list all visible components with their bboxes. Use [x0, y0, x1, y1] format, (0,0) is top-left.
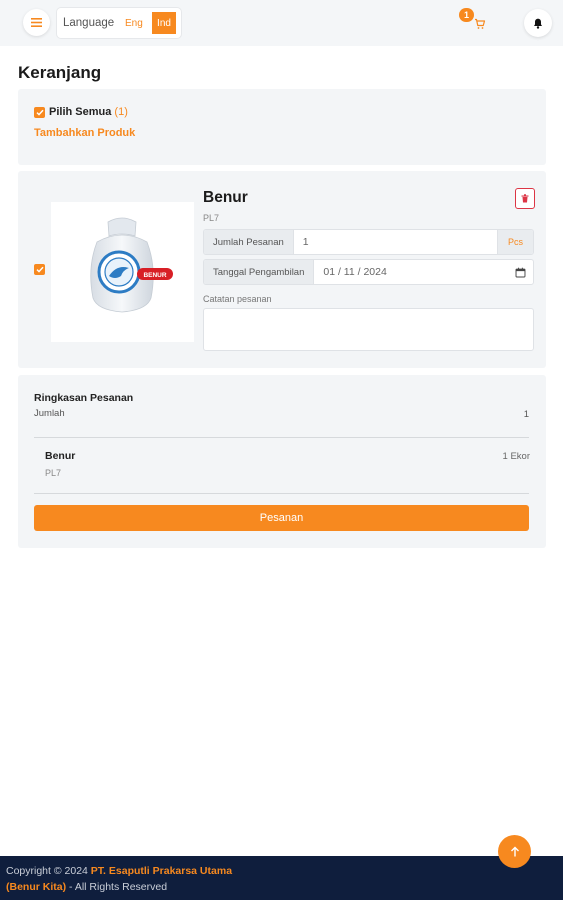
language-label: Language [63, 17, 115, 29]
cart-count-badge: 1 [459, 8, 474, 22]
product-image: BENUR [51, 202, 194, 342]
summary-quantity-value: 1 [523, 409, 529, 420]
footer: Copyright © 2024 PT. Esaputli Prakarsa U… [0, 856, 563, 900]
footer-rights: - All Rights Reserved [69, 881, 168, 893]
hamburger-icon [31, 18, 42, 27]
calendar-button[interactable] [507, 260, 533, 284]
product-code: PL7 [203, 213, 220, 223]
divider [34, 437, 529, 438]
order-notes-textarea[interactable] [203, 308, 534, 351]
footer-company-link[interactable]: PT. Esaputli Prakarsa Utama [91, 865, 232, 877]
quantity-unit: Pcs [496, 230, 533, 254]
footer-copyright: Copyright © 2024 [6, 865, 88, 877]
order-summary-title: Ringkasan Pesanan [34, 392, 134, 404]
select-all-text: Pilih Semua [49, 106, 112, 118]
hamburger-menu-button[interactable] [23, 9, 50, 36]
quantity-label: Jumlah Pesanan [204, 230, 294, 254]
divider [34, 493, 529, 494]
cart-item-card: BENUR Benur PL7 Jumlah Pesanan 1 Pcs Tan… [18, 171, 546, 368]
top-navbar: Language Eng Ind 1 [0, 0, 563, 46]
scroll-to-top-button[interactable] [498, 835, 531, 868]
footer-line-1: Copyright © 2024 PT. Esaputli Prakarsa U… [6, 863, 557, 879]
summary-quantity-label: Jumlah [34, 408, 65, 419]
summary-item-quantity: 1 Ekor [502, 451, 530, 462]
trash-icon [521, 194, 529, 203]
select-all-checkbox[interactable] [34, 107, 45, 118]
notification-button[interactable] [524, 9, 552, 37]
arrow-up-icon [510, 846, 519, 857]
order-notes-label: Catatan pesanan [203, 294, 272, 304]
select-all-count: (1) [114, 106, 128, 118]
bell-icon [534, 18, 542, 29]
summary-item-name: Benur [45, 450, 76, 462]
select-all-label[interactable]: Pilih Semua (1) [49, 106, 128, 118]
summary-item-code: PL7 [45, 468, 62, 478]
delete-item-button[interactable] [515, 188, 535, 209]
add-product-link[interactable]: Tambahkan Produk [34, 127, 135, 139]
footer-brand-link[interactable]: (Benur Kita) [6, 881, 66, 893]
pickup-date-label: Tanggal Pengambilan [204, 260, 315, 284]
benur-bag-illustration: BENUR [90, 217, 173, 313]
order-summary-card: Ringkasan Pesanan Jumlah 1 Benur PL7 1 E… [18, 375, 546, 548]
language-switcher: Language Eng Ind [57, 8, 181, 38]
check-icon [35, 266, 44, 273]
page-title: Keranjang [18, 63, 102, 82]
item-checkbox[interactable] [34, 264, 45, 275]
pickup-date-input[interactable]: 01 / 11 / 2024 [314, 260, 507, 284]
product-image-label: BENUR [143, 272, 166, 279]
footer-line-2: (Benur Kita) - All Rights Reserved [6, 879, 557, 895]
product-name: Benur [203, 189, 248, 206]
pickup-date-input-group: Tanggal Pengambilan 01 / 11 / 2024 [203, 259, 534, 285]
quantity-input[interactable]: 1 [294, 230, 497, 254]
place-order-button[interactable]: Pesanan [34, 505, 529, 531]
lang-option-ind[interactable]: Ind [152, 12, 176, 34]
quantity-input-group: Jumlah Pesanan 1 Pcs [203, 229, 534, 255]
lang-option-eng[interactable]: Eng [125, 18, 143, 29]
check-icon [35, 109, 44, 116]
select-all-card: Pilih Semua (1) Tambahkan Produk [18, 89, 546, 165]
calendar-icon [515, 267, 525, 277]
cart-icon [475, 18, 486, 29]
